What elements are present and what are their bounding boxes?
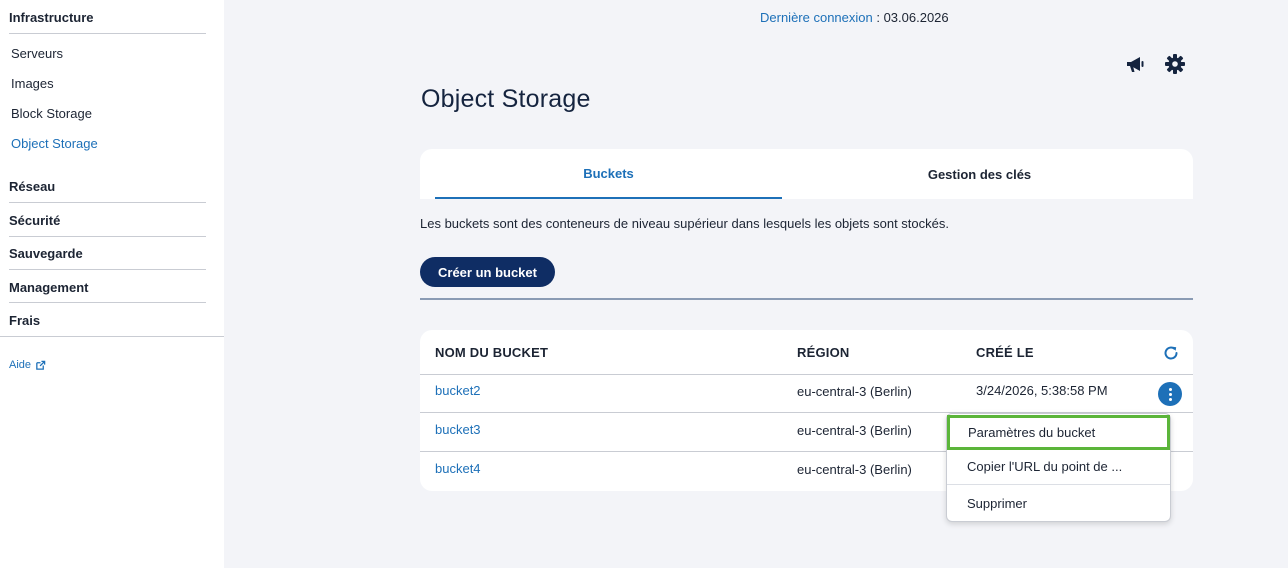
sidebar-section-management[interactable]: Management (9, 280, 206, 295)
sidebar-divider (9, 269, 206, 270)
last-login: Dernière connexion : 03.06.2026 (760, 10, 949, 25)
bucket-region: eu-central-3 (Berlin) (797, 462, 912, 477)
sidebar-item-block-storage[interactable]: Block Storage (11, 106, 92, 121)
sidebar-item-images[interactable]: Images (11, 76, 54, 91)
sidebar-section-reseau[interactable]: Réseau (9, 179, 206, 194)
help-label: Aide (9, 359, 32, 371)
bucket-name-link[interactable]: bucket4 (435, 461, 481, 476)
sidebar-section-sauvegarde[interactable]: Sauvegarde (9, 246, 206, 261)
menu-item-copy-endpoint-url[interactable]: Copier l'URL du point de ... (947, 449, 1170, 483)
external-link-icon (36, 360, 46, 370)
last-login-value: 03.06.2026 (883, 10, 949, 25)
sidebar-divider (9, 202, 206, 203)
sidebar-section-securite[interactable]: Sécurité (9, 213, 206, 228)
tabs-bar: Buckets Gestion des clés (420, 149, 1193, 199)
sidebar-item-serveurs[interactable]: Serveurs (11, 46, 63, 61)
column-header-created[interactable]: CRÉÉ LE (976, 345, 1034, 360)
sidebar-item-object-storage[interactable]: Object Storage (11, 136, 98, 151)
gear-icon[interactable] (1163, 52, 1187, 76)
column-header-region[interactable]: RÉGION (797, 345, 849, 360)
menu-item-bucket-settings[interactable]: Paramètres du bucket (947, 415, 1170, 450)
sidebar-divider (9, 302, 206, 303)
bucket-created: 3/24/2026, 5:38:58 PM (976, 383, 1108, 398)
row-divider (420, 374, 1193, 375)
menu-divider (947, 484, 1170, 485)
tab-buckets[interactable]: Buckets (435, 149, 782, 199)
create-bucket-button[interactable]: Créer un bucket (420, 257, 555, 287)
page-title: Object Storage (421, 85, 591, 113)
bucket-name-link[interactable]: bucket2 (435, 383, 481, 398)
sidebar-divider (9, 236, 206, 237)
menu-item-delete[interactable]: Supprimer (947, 486, 1170, 520)
sidebar: Infrastructure Serveurs Images Block Sto… (0, 0, 224, 568)
tab-gestion-des-cles[interactable]: Gestion des clés (806, 149, 1153, 199)
bucket-region: eu-central-3 (Berlin) (797, 423, 912, 438)
column-header-name[interactable]: NOM DU BUCKET (435, 345, 548, 360)
bucket-name-link[interactable]: bucket3 (435, 422, 481, 437)
bucket-region: eu-central-3 (Berlin) (797, 384, 912, 399)
sidebar-section-frais[interactable]: Frais (9, 313, 206, 328)
page-description: Les buckets sont des conteneurs de nivea… (420, 216, 949, 231)
last-login-label: Dernière connexion (760, 10, 873, 25)
row-actions-menu: Paramètres du bucket Copier l'URL du poi… (946, 413, 1171, 522)
megaphone-icon[interactable] (1124, 52, 1148, 76)
row-actions-button[interactable] (1158, 382, 1182, 406)
last-login-separator: : (872, 10, 884, 25)
sidebar-section-infrastructure[interactable]: Infrastructure (9, 10, 206, 25)
sidebar-divider (9, 33, 206, 34)
section-divider (420, 298, 1193, 300)
refresh-icon[interactable] (1162, 344, 1180, 362)
sidebar-divider (0, 336, 224, 337)
help-link[interactable]: Aide (9, 359, 46, 371)
